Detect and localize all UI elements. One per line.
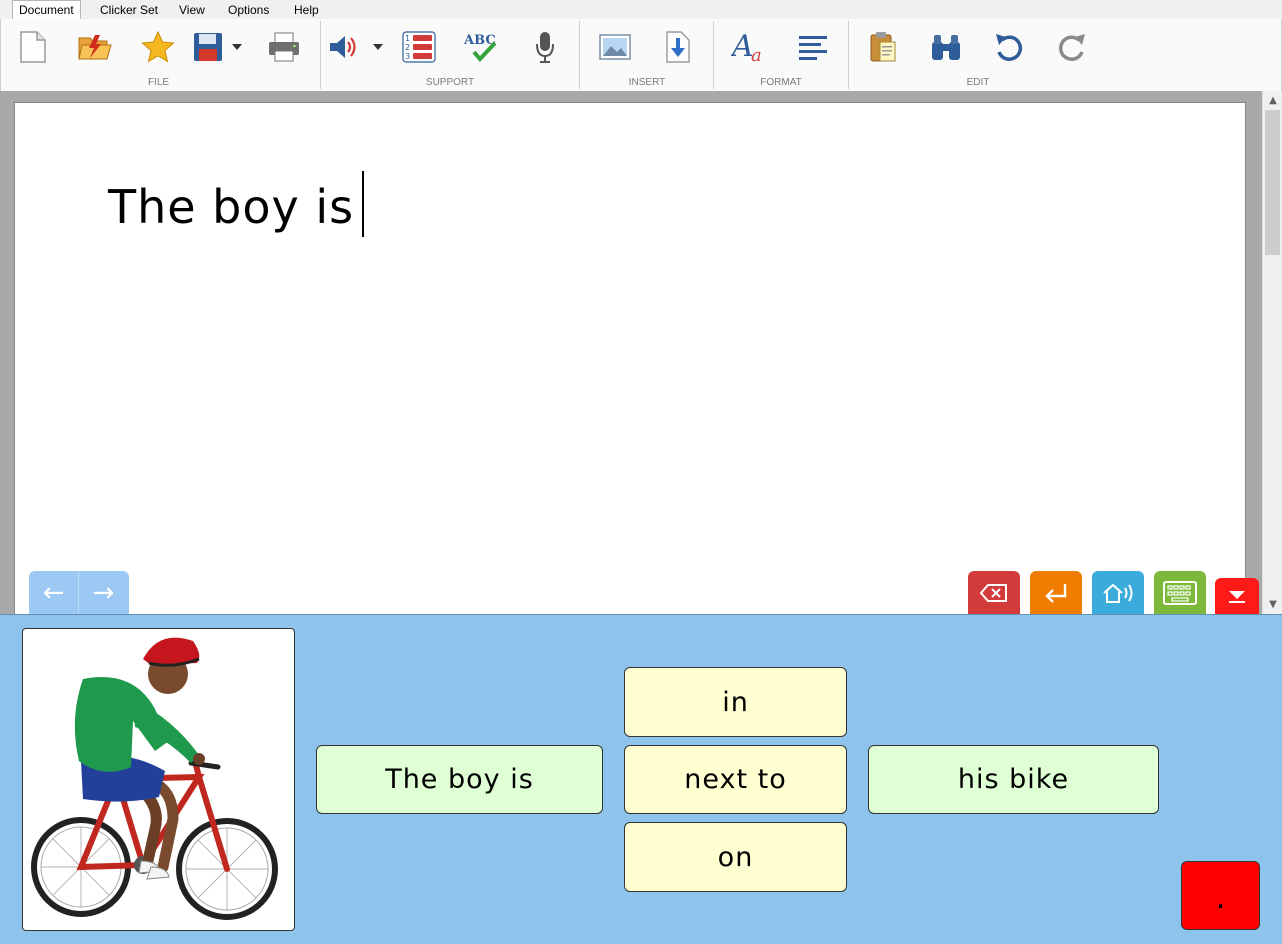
menu-tab-help[interactable]: Help [294, 1, 319, 19]
redo-icon[interactable] [1052, 27, 1092, 67]
group-label-insert: INSERT [628, 77, 666, 88]
keyboard-button[interactable] [1154, 571, 1206, 615]
picture-icon[interactable] [595, 27, 635, 67]
document-page[interactable]: The boy is [14, 102, 1246, 616]
spellcheck-icon[interactable]: ABC [461, 27, 501, 67]
document-text: The boy is [108, 180, 355, 234]
backspace-icon [979, 584, 1007, 602]
menu-bar: Document Clicker Set View Options Help [0, 0, 1282, 20]
group-label-edit: EDIT [966, 77, 990, 88]
word-cell-on[interactable]: on [624, 822, 847, 892]
save-icon[interactable] [192, 27, 250, 67]
group-label-format: FORMAT [760, 77, 802, 88]
menu-tab-options[interactable]: Options [228, 1, 269, 19]
svg-text:1: 1 [405, 34, 410, 43]
star-icon[interactable] [138, 27, 178, 67]
svg-text:a: a [751, 45, 762, 64]
insert-file-icon[interactable] [658, 27, 698, 67]
group-separator [579, 21, 580, 89]
return-icon [1045, 584, 1067, 603]
numbered-list-icon[interactable]: 123 [399, 27, 439, 67]
speaker-icon[interactable] [327, 27, 387, 67]
align-left-icon[interactable] [793, 27, 833, 67]
menu-tab-clicker-set[interactable]: Clicker Set [100, 1, 158, 19]
word-cell-in[interactable]: in [624, 667, 847, 737]
group-label-support: SUPPORT [425, 77, 475, 88]
font-icon[interactable]: Aa [729, 27, 769, 67]
back-arrow-icon[interactable]: ← [29, 571, 78, 615]
speak-house-icon [1103, 583, 1133, 603]
open-folder-icon[interactable] [75, 27, 115, 67]
word-cell-the-boy-is[interactable]: The boy is [316, 745, 603, 814]
microphone-icon[interactable] [525, 27, 565, 67]
navigation-buttons: ← → [29, 571, 129, 615]
menu-tab-view[interactable]: View [179, 1, 205, 19]
forward-arrow-icon[interactable]: → [79, 571, 128, 615]
ribbon-toolbar: FILE 123 ABC SUPPORT INSERT Aa FORMAT ED… [0, 19, 1282, 92]
print-icon[interactable] [264, 27, 304, 67]
svg-text:2: 2 [405, 43, 410, 52]
word-cell-next-to[interactable]: next to [624, 745, 847, 814]
svg-text:3: 3 [405, 52, 410, 61]
keyboard-icon [1163, 581, 1197, 605]
paste-icon[interactable] [863, 27, 903, 67]
menu-tab-document[interactable]: Document [12, 0, 81, 20]
boy-on-bike-picture [22, 628, 295, 931]
group-separator [713, 21, 714, 89]
binoculars-icon[interactable] [926, 27, 966, 67]
group-label-file: FILE [147, 77, 170, 88]
text-cursor [362, 171, 365, 237]
group-separator [848, 21, 849, 89]
scroll-up-icon[interactable]: ▲ [1263, 92, 1282, 109]
scroll-down-icon[interactable]: ▼ [1263, 596, 1282, 613]
group-separator [320, 21, 321, 89]
new-document-icon[interactable] [13, 27, 53, 67]
scroll-thumb[interactable] [1265, 110, 1280, 255]
hide-grid-button[interactable] [1215, 578, 1259, 615]
period-button[interactable]: . [1181, 861, 1260, 930]
speak-document-button[interactable] [1092, 571, 1144, 615]
enter-button[interactable] [1030, 571, 1082, 615]
document-text-line[interactable]: The boy is [108, 171, 365, 237]
hide-arrow-icon [1229, 590, 1245, 603]
vertical-scrollbar[interactable]: ▲ ▼ [1262, 91, 1282, 615]
delete-button[interactable] [968, 571, 1020, 615]
undo-icon[interactable] [989, 27, 1029, 67]
word-cell-his-bike[interactable]: his bike [868, 745, 1159, 814]
